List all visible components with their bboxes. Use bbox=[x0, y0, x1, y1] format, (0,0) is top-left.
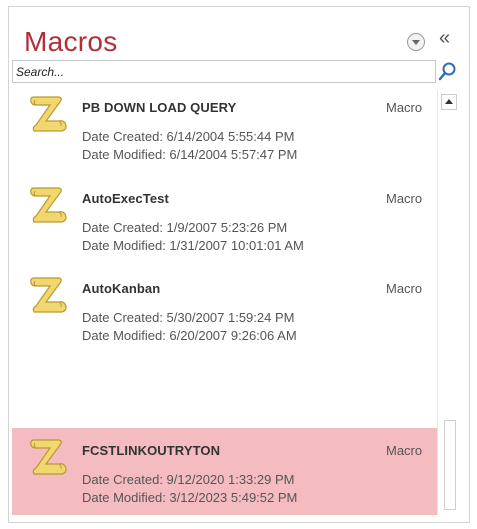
date-created: Date Created: 5/30/2007 1:59:24 PM bbox=[82, 310, 295, 325]
macro-list-item[interactable]: AutoKanban Macro Date Created: 5/30/2007 1… bbox=[12, 266, 437, 356]
macro-name: AutoExecTest bbox=[82, 191, 169, 206]
macro-scroll-icon bbox=[30, 439, 67, 475]
macro-name: PB DOWN LOAD QUERY bbox=[82, 100, 237, 115]
dropdown-circle-icon[interactable] bbox=[407, 33, 425, 51]
search-icon bbox=[438, 62, 456, 81]
pane-header: Macros « bbox=[9, 7, 469, 67]
macro-type: Macro bbox=[386, 443, 423, 458]
macro-name: FCSTLINKOUTRYTON bbox=[82, 443, 221, 458]
scroll-up-arrow-icon[interactable] bbox=[441, 94, 457, 110]
date-modified: Date Modified: 6/20/2007 9:26:06 AM bbox=[82, 328, 297, 343]
search-button[interactable] bbox=[437, 60, 459, 83]
scroll-thumb[interactable] bbox=[444, 420, 456, 510]
macro-list-item[interactable]: AutoExecTest Macro Date Created: 1/9/2007 … bbox=[12, 176, 437, 266]
date-modified: Date Modified: 6/14/2004 5:57:47 PM bbox=[82, 147, 298, 162]
macro-list-item[interactable]: FCSTLINKOUTRYTON Macro Date Created: 9/12/… bbox=[12, 428, 437, 515]
date-modified: Date Modified: 1/31/2007 10:01:01 AM bbox=[82, 238, 304, 253]
macro-list: FCSTLINKOUTRYTON_PARTIALMacroDate Create… bbox=[12, 85, 437, 515]
macro-type: Macro bbox=[386, 100, 423, 115]
macro-scroll-icon bbox=[30, 96, 67, 132]
macro-type: Macro bbox=[386, 191, 423, 206]
vertical-scrollbar[interactable] bbox=[437, 90, 459, 515]
double-chevron-left-icon[interactable]: « bbox=[439, 28, 450, 48]
macro-name: AutoKanban bbox=[82, 281, 161, 296]
macro-scroll-icon bbox=[30, 187, 67, 223]
macro-list-item[interactable]: PB DOWN LOAD QUERY Macro Date Created: 6/1… bbox=[12, 85, 437, 176]
search-box[interactable] bbox=[12, 60, 436, 83]
date-created: Date Created: 1/9/2007 5:23:26 PM bbox=[82, 220, 288, 235]
pane-title: Macros bbox=[24, 26, 118, 57]
date-modified: Date Modified: 3/12/2023 5:49:52 PM bbox=[82, 490, 298, 505]
macro-scroll-icon bbox=[30, 277, 67, 313]
macro-type: Macro bbox=[386, 281, 423, 296]
date-created: Date Created: 9/12/2020 1:33:29 PM bbox=[82, 472, 295, 487]
search-input[interactable] bbox=[16, 62, 416, 81]
date-created: Date Created: 6/14/2004 5:55:44 PM bbox=[82, 129, 295, 144]
